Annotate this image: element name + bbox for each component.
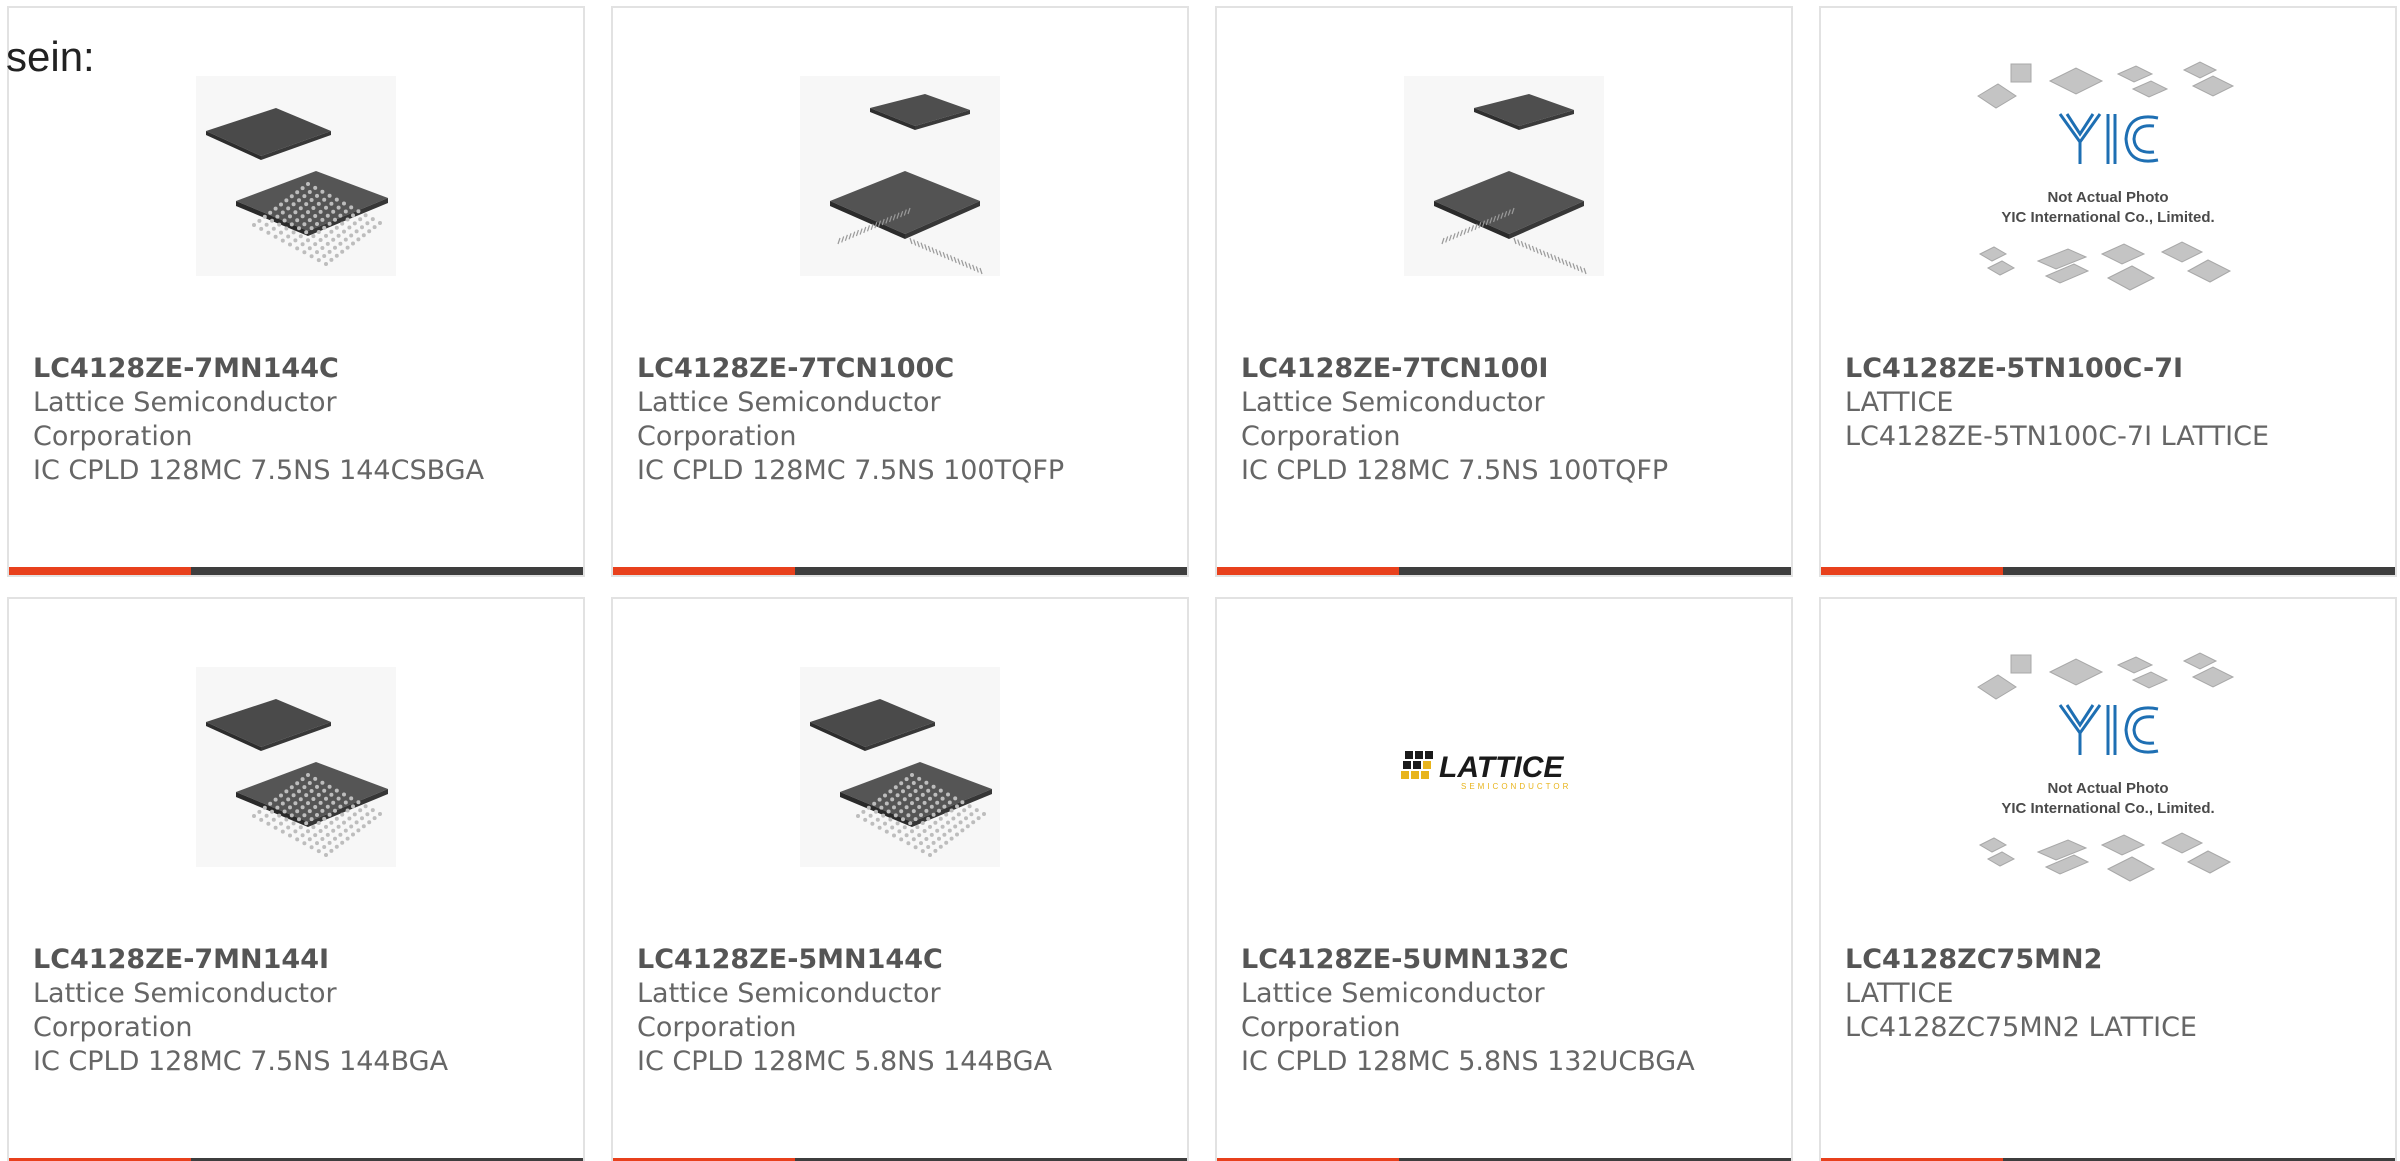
product-info: LC4128ZE-7MN144I Lattice Semiconductor C… — [33, 943, 573, 1079]
tqfp-chip-icon — [1404, 76, 1604, 276]
svg-text:LATTICE: LATTICE — [1439, 751, 1564, 784]
product-card[interactable]: LC4128ZE-7MN144I Lattice Semiconductor C… — [7, 597, 585, 1161]
part-number-link[interactable]: LC4128ZE-5MN144C — [637, 943, 1177, 977]
part-number-link[interactable]: LC4128ZE-7TCN100I — [1241, 352, 1781, 386]
yic-placeholder-image: Not Actual Photo YIC International Co., … — [1977, 61, 2235, 291]
product-description: IC CPLD 128MC 5.8NS 132UCBGA — [1241, 1046, 1695, 1077]
svg-text:SEMICONDUCTOR: SEMICONDUCTOR — [1461, 782, 1571, 791]
product-listing-page: sein: LC4128ZE-7MN144C Lattice Semicondu… — [0, 0, 2400, 1161]
product-card[interactable]: Not Actual Photo YIC International Co., … — [1819, 6, 2397, 577]
tqfp-chip-icon — [800, 76, 1000, 276]
placeholder-line2: YIC International Co., Limited. — [2001, 800, 2214, 817]
product-image[interactable] — [613, 72, 1187, 280]
manufacturer-line2: Corporation — [637, 1012, 797, 1043]
product-image[interactable]: LATTICE SEMICONDUCTOR — [1217, 663, 1791, 871]
placeholder-line2: YIC International Co., Limited. — [2001, 209, 2214, 226]
product-info: LC4128ZE-7TCN100I Lattice Semiconductor … — [1241, 352, 1781, 488]
manufacturer-line2: Corporation — [637, 421, 797, 452]
card-accent-bar — [613, 567, 795, 575]
product-image[interactable]: Not Actual Photo YIC International Co., … — [1821, 652, 2395, 882]
product-image[interactable] — [9, 72, 583, 280]
product-info: LC4128ZE-5MN144C Lattice Semiconductor C… — [637, 943, 1177, 1079]
product-info: LC4128ZC75MN2 LATTICE LC4128ZC75MN2 LATT… — [1845, 943, 2385, 1045]
product-card[interactable]: LATTICE SEMICONDUCTOR LC4128ZE-5UMN132C … — [1215, 597, 1793, 1161]
part-number-link[interactable]: LC4128ZE-7TCN100C — [637, 352, 1177, 386]
product-image[interactable]: Not Actual Photo YIC International Co., … — [1821, 61, 2395, 291]
manufacturer-line2: Corporation — [33, 421, 193, 452]
manufacturer-line2: LC4128ZC75MN2 LATTICE — [1845, 1012, 2197, 1043]
card-bottom-bar — [1821, 567, 2395, 575]
product-card[interactable]: Not Actual Photo YIC International Co., … — [1819, 597, 2397, 1161]
manufacturer-line1: Lattice Semiconductor — [637, 387, 941, 418]
product-info: LC4128ZE-5TN100C-7I LATTICE LC4128ZE-5TN… — [1845, 352, 2385, 454]
manufacturer-line1: LATTICE — [1845, 978, 1954, 1009]
product-image[interactable] — [1217, 72, 1791, 280]
manufacturer-line2: Corporation — [33, 1012, 193, 1043]
card-bottom-bar — [9, 567, 583, 575]
product-description: IC CPLD 128MC 7.5NS 100TQFP — [637, 455, 1065, 486]
product-info: LC4128ZE-7MN144C Lattice Semiconductor C… — [33, 352, 573, 488]
product-info: LC4128ZE-7TCN100C Lattice Semiconductor … — [637, 352, 1177, 488]
manufacturer-line2: Corporation — [1241, 1012, 1401, 1043]
manufacturer-line1: Lattice Semiconductor — [1241, 387, 1545, 418]
manufacturer-line1: Lattice Semiconductor — [637, 978, 941, 1009]
card-accent-bar — [1217, 567, 1399, 575]
product-card[interactable]: LC4128ZE-5MN144C Lattice Semiconductor C… — [611, 597, 1189, 1161]
product-info: LC4128ZE-5UMN132C Lattice Semiconductor … — [1241, 943, 1781, 1079]
bga-chip-icon — [800, 667, 1000, 867]
placeholder-line1: Not Actual Photo — [2047, 780, 2168, 797]
card-accent-bar — [9, 567, 191, 575]
product-image[interactable] — [9, 663, 583, 871]
part-number-link[interactable]: LC4128ZE-7MN144I — [33, 943, 573, 977]
product-description: IC CPLD 128MC 7.5NS 144BGA — [33, 1046, 449, 1077]
product-description: IC CPLD 128MC 7.5NS 100TQFP — [1241, 455, 1669, 486]
product-description: IC CPLD 128MC 5.8NS 144BGA — [637, 1046, 1053, 1077]
bga-chip-icon — [196, 76, 396, 276]
manufacturer-line2: Corporation — [1241, 421, 1401, 452]
part-number-link[interactable]: LC4128ZE-5TN100C-7I — [1845, 352, 2385, 386]
bga-chip-icon — [196, 667, 396, 867]
manufacturer-line2: LC4128ZE-5TN100C-7I LATTICE — [1845, 421, 2270, 452]
placeholder-line1: Not Actual Photo — [2047, 189, 2168, 206]
manufacturer-line1: LATTICE — [1845, 387, 1954, 418]
manufacturer-line1: Lattice Semiconductor — [33, 387, 337, 418]
manufacturer-line1: Lattice Semiconductor — [33, 978, 337, 1009]
product-card[interactable]: LC4128ZE-7TCN100I Lattice Semiconductor … — [1215, 6, 1793, 577]
card-bottom-bar — [613, 567, 1187, 575]
product-image[interactable] — [613, 663, 1187, 871]
part-number-link[interactable]: LC4128ZC75MN2 — [1845, 943, 2385, 977]
product-grid: LC4128ZE-7MN144C Lattice Semiconductor C… — [7, 6, 2400, 1161]
manufacturer-line1: Lattice Semiconductor — [1241, 978, 1545, 1009]
product-description: IC CPLD 128MC 7.5NS 144CSBGA — [33, 455, 485, 486]
product-card[interactable]: LC4128ZE-7MN144C Lattice Semiconductor C… — [7, 6, 585, 577]
product-card[interactable]: LC4128ZE-7TCN100C Lattice Semiconductor … — [611, 6, 1189, 577]
part-number-link[interactable]: LC4128ZE-7MN144C — [33, 352, 573, 386]
card-accent-bar — [1821, 567, 2003, 575]
yic-placeholder-image: Not Actual Photo YIC International Co., … — [1977, 652, 2235, 882]
part-number-link[interactable]: LC4128ZE-5UMN132C — [1241, 943, 1781, 977]
card-bottom-bar — [1217, 567, 1791, 575]
intro-text: sein: — [6, 33, 95, 80]
lattice-logo-icon: LATTICE SEMICONDUCTOR — [1401, 751, 1571, 791]
